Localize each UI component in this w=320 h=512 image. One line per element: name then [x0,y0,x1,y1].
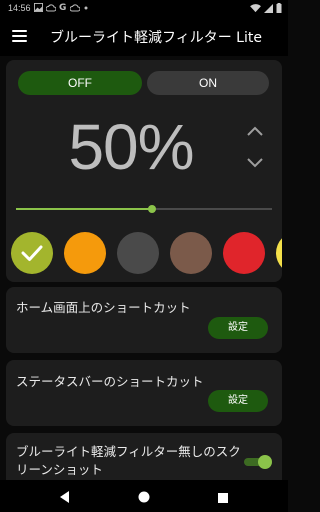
back-icon[interactable] [58,489,72,503]
color-swatch-red[interactable] [223,232,265,274]
screenshot-option-label: ブルーライト軽減フィルター無しのスクリーンショット [16,444,241,477]
statusbar-shortcut-card: ステータスバーのショートカット 設定 [6,360,282,426]
slider-thumb[interactable] [147,205,156,213]
filter-control-card: OFF ON 50% [6,60,282,282]
statusbar-shortcut-label: ステータスバーのショートカット [16,374,204,389]
app-bar: ブルーライト軽減フィルター Lite [0,18,288,56]
app-title: ブルーライト軽減フィルター Lite [50,30,262,46]
color-swatch-olive[interactable] [11,232,53,274]
cloud-upload-icon [45,3,57,16]
home-shortcut-settings-button[interactable]: 設定 [208,317,268,339]
chevron-down-icon[interactable] [246,154,264,168]
screenshot-toggle-switch[interactable] [244,455,272,469]
intensity-percent: 50% [68,111,194,183]
wifi-icon [250,3,261,16]
recents-icon[interactable] [217,489,231,503]
color-swatch-orange[interactable] [64,232,106,274]
off-toggle-button[interactable]: OFF [18,71,142,95]
home-shortcut-card: ホーム画面上のショートカット 設定 [6,287,282,353]
statusbar-shortcut-settings-button[interactable]: 設定 [208,390,268,412]
battery-icon [276,3,282,16]
color-swatch-gray[interactable] [117,232,159,274]
dot-icon [84,3,88,16]
color-swatch-yellow[interactable] [276,232,282,274]
signal-icon [264,3,273,16]
home-icon[interactable] [137,489,151,503]
on-toggle-button[interactable]: ON [147,71,269,95]
image-icon [34,3,43,16]
google-icon: G [59,3,67,13]
chevron-up-icon[interactable] [246,122,264,136]
checkmark-icon [11,232,53,274]
color-swatch-row [6,232,282,276]
intensity-slider[interactable] [16,201,272,217]
color-swatch-brown[interactable] [170,232,212,274]
switch-thumb [258,455,272,469]
status-bar: 14:56 G [0,0,288,18]
navigation-bar [0,480,288,512]
status-time: 14:56 [8,3,31,13]
slider-fill [16,208,152,210]
cloud-upload-icon-2 [69,3,81,16]
home-shortcut-label: ホーム画面上のショートカット [16,300,191,315]
hamburger-menu-icon[interactable] [12,30,27,43]
